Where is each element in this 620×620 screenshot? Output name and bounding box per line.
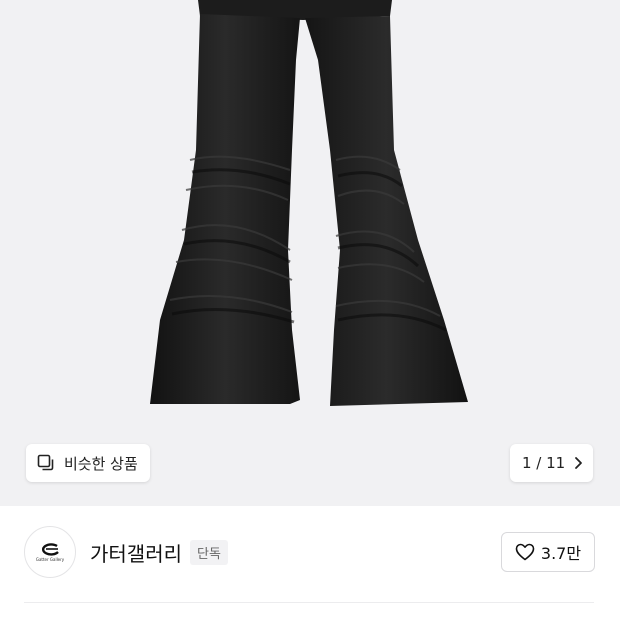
similar-products-button[interactable]: 비슷한 상품: [26, 444, 150, 482]
like-button[interactable]: 3.7만: [501, 532, 595, 572]
seller-name[interactable]: 가터갤러리: [90, 538, 182, 567]
divider: [24, 602, 594, 603]
gallery-counter-button[interactable]: 1 / 11: [510, 444, 594, 482]
chevron-right-icon: [573, 456, 583, 470]
similar-products-label: 비슷한 상품: [64, 454, 138, 473]
like-count: 3.7만: [540, 544, 582, 563]
exclusive-badge: 단독: [190, 540, 228, 565]
seller-logo-mark: [41, 543, 59, 556]
seller-logo[interactable]: Gatter Gallery: [24, 526, 76, 578]
seller-logo-text: Gatter Gallery: [35, 557, 65, 562]
seller-row: Gatter Gallery 가터갤러리 단독 3.7만: [0, 506, 620, 602]
gallery-counter: 1 / 11: [522, 454, 566, 472]
product-image: [150, 0, 468, 406]
product-image-gallery[interactable]: 비슷한 상품 1 / 11: [0, 0, 620, 506]
similar-products-icon: [36, 453, 56, 473]
heart-outline-icon: [515, 543, 535, 561]
